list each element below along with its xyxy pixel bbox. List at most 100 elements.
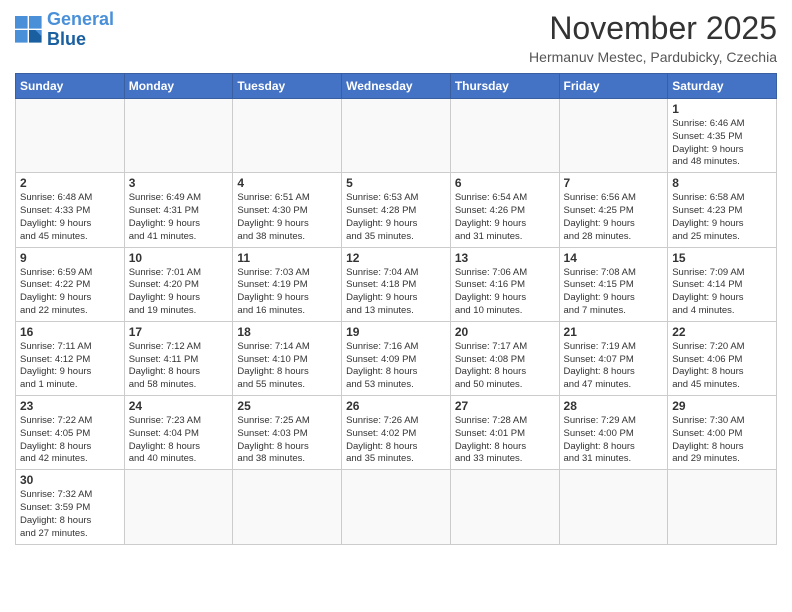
day-info: Sunrise: 7:04 AM Sunset: 4:18 PM Dayligh…	[346, 267, 446, 318]
day-number: 26	[346, 399, 446, 413]
day-cell: 26 Sunrise: 7:26 AM Sunset: 4:02 PM Dayli…	[342, 396, 451, 470]
day-number: 29	[672, 399, 772, 413]
month-title: November 2025	[529, 10, 777, 47]
day-number: 3	[129, 176, 229, 190]
day-cell: 5 Sunrise: 6:53 AM Sunset: 4:28 PM Daylig…	[342, 173, 451, 247]
day-cell	[450, 99, 559, 173]
day-info: Sunrise: 7:11 AM Sunset: 4:12 PM Dayligh…	[20, 341, 120, 392]
day-number: 30	[20, 473, 120, 487]
day-info: Sunrise: 7:03 AM Sunset: 4:19 PM Dayligh…	[237, 267, 337, 318]
day-number: 16	[20, 325, 120, 339]
day-number: 8	[672, 176, 772, 190]
day-cell: 10 Sunrise: 7:01 AM Sunset: 4:20 PM Dayli…	[124, 247, 233, 321]
day-info: Sunrise: 7:25 AM Sunset: 4:03 PM Dayligh…	[237, 415, 337, 466]
day-cell: 12 Sunrise: 7:04 AM Sunset: 4:18 PM Dayli…	[342, 247, 451, 321]
day-number: 28	[564, 399, 664, 413]
day-number: 7	[564, 176, 664, 190]
day-number: 9	[20, 251, 120, 265]
day-info: Sunrise: 7:17 AM Sunset: 4:08 PM Dayligh…	[455, 341, 555, 392]
day-cell: 8 Sunrise: 6:58 AM Sunset: 4:23 PM Daylig…	[668, 173, 777, 247]
day-cell	[342, 99, 451, 173]
day-cell: 6 Sunrise: 6:54 AM Sunset: 4:26 PM Daylig…	[450, 173, 559, 247]
day-number: 24	[129, 399, 229, 413]
day-cell: 11Sunrise: 7:03 AM Sunset: 4:19 PM Dayli…	[233, 247, 342, 321]
day-info: Sunrise: 6:48 AM Sunset: 4:33 PM Dayligh…	[20, 192, 120, 243]
day-cell: 29Sunrise: 7:30 AM Sunset: 4:00 PM Dayli…	[668, 396, 777, 470]
day-cell: 19 Sunrise: 7:16 AM Sunset: 4:09 PM Dayli…	[342, 321, 451, 395]
day-info: Sunrise: 7:28 AM Sunset: 4:01 PM Dayligh…	[455, 415, 555, 466]
day-number: 6	[455, 176, 555, 190]
day-cell: 30 Sunrise: 7:32 AM Sunset: 3:59 PM Dayli…	[16, 470, 125, 544]
day-cell: 23 Sunrise: 7:22 AM Sunset: 4:05 PM Dayli…	[16, 396, 125, 470]
week-row-0: 1Sunrise: 6:46 AM Sunset: 4:35 PM Daylig…	[16, 99, 777, 173]
week-row-1: 2 Sunrise: 6:48 AM Sunset: 4:33 PM Daylig…	[16, 173, 777, 247]
day-cell	[124, 470, 233, 544]
day-cell: 2 Sunrise: 6:48 AM Sunset: 4:33 PM Daylig…	[16, 173, 125, 247]
day-cell: 7 Sunrise: 6:56 AM Sunset: 4:25 PM Daylig…	[559, 173, 668, 247]
day-info: Sunrise: 6:56 AM Sunset: 4:25 PM Dayligh…	[564, 192, 664, 243]
day-number: 13	[455, 251, 555, 265]
day-cell: 13Sunrise: 7:06 AM Sunset: 4:16 PM Dayli…	[450, 247, 559, 321]
day-info: Sunrise: 7:14 AM Sunset: 4:10 PM Dayligh…	[237, 341, 337, 392]
day-cell	[124, 99, 233, 173]
day-number: 12	[346, 251, 446, 265]
col-monday: Monday	[124, 74, 233, 99]
day-number: 20	[455, 325, 555, 339]
day-info: Sunrise: 6:53 AM Sunset: 4:28 PM Dayligh…	[346, 192, 446, 243]
day-info: Sunrise: 7:16 AM Sunset: 4:09 PM Dayligh…	[346, 341, 446, 392]
logo-icon	[15, 16, 43, 44]
day-info: Sunrise: 7:01 AM Sunset: 4:20 PM Dayligh…	[129, 267, 229, 318]
day-cell	[668, 470, 777, 544]
day-number: 10	[129, 251, 229, 265]
day-cell: 1Sunrise: 6:46 AM Sunset: 4:35 PM Daylig…	[668, 99, 777, 173]
day-cell: 16 Sunrise: 7:11 AM Sunset: 4:12 PM Dayli…	[16, 321, 125, 395]
day-number: 17	[129, 325, 229, 339]
col-saturday: Saturday	[668, 74, 777, 99]
day-cell: 24 Sunrise: 7:23 AM Sunset: 4:04 PM Dayli…	[124, 396, 233, 470]
day-number: 19	[346, 325, 446, 339]
day-cell	[233, 99, 342, 173]
day-info: Sunrise: 7:12 AM Sunset: 4:11 PM Dayligh…	[129, 341, 229, 392]
day-cell	[559, 99, 668, 173]
day-info: Sunrise: 6:58 AM Sunset: 4:23 PM Dayligh…	[672, 192, 772, 243]
day-info: Sunrise: 6:49 AM Sunset: 4:31 PM Dayligh…	[129, 192, 229, 243]
day-cell	[559, 470, 668, 544]
day-number: 15	[672, 251, 772, 265]
logo-text: General Blue	[47, 10, 114, 50]
day-info: Sunrise: 6:46 AM Sunset: 4:35 PM Dayligh…	[672, 118, 772, 169]
day-info: Sunrise: 7:08 AM Sunset: 4:15 PM Dayligh…	[564, 267, 664, 318]
day-cell	[342, 470, 451, 544]
day-number: 22	[672, 325, 772, 339]
day-cell: 14 Sunrise: 7:08 AM Sunset: 4:15 PM Dayli…	[559, 247, 668, 321]
day-number: 2	[20, 176, 120, 190]
calendar-table: Sunday Monday Tuesday Wednesday Thursday…	[15, 73, 777, 545]
col-wednesday: Wednesday	[342, 74, 451, 99]
day-number: 23	[20, 399, 120, 413]
day-info: Sunrise: 7:26 AM Sunset: 4:02 PM Dayligh…	[346, 415, 446, 466]
day-cell: 20 Sunrise: 7:17 AM Sunset: 4:08 PM Dayli…	[450, 321, 559, 395]
col-thursday: Thursday	[450, 74, 559, 99]
col-tuesday: Tuesday	[233, 74, 342, 99]
header-row: Sunday Monday Tuesday Wednesday Thursday…	[16, 74, 777, 99]
day-cell: 27 Sunrise: 7:28 AM Sunset: 4:01 PM Dayli…	[450, 396, 559, 470]
day-info: Sunrise: 6:59 AM Sunset: 4:22 PM Dayligh…	[20, 267, 120, 318]
header: General Blue November 2025 Hermanuv Mest…	[15, 10, 777, 65]
day-cell	[450, 470, 559, 544]
day-info: Sunrise: 7:22 AM Sunset: 4:05 PM Dayligh…	[20, 415, 120, 466]
day-number: 27	[455, 399, 555, 413]
location: Hermanuv Mestec, Pardubicky, Czechia	[529, 49, 777, 65]
day-cell: 22 Sunrise: 7:20 AM Sunset: 4:06 PM Dayli…	[668, 321, 777, 395]
week-row-2: 9 Sunrise: 6:59 AM Sunset: 4:22 PM Daylig…	[16, 247, 777, 321]
title-block: November 2025 Hermanuv Mestec, Pardubick…	[529, 10, 777, 65]
day-info: Sunrise: 7:23 AM Sunset: 4:04 PM Dayligh…	[129, 415, 229, 466]
day-number: 18	[237, 325, 337, 339]
day-number: 14	[564, 251, 664, 265]
day-number: 25	[237, 399, 337, 413]
day-info: Sunrise: 7:20 AM Sunset: 4:06 PM Dayligh…	[672, 341, 772, 392]
day-info: Sunrise: 6:54 AM Sunset: 4:26 PM Dayligh…	[455, 192, 555, 243]
day-number: 5	[346, 176, 446, 190]
day-info: Sunrise: 7:32 AM Sunset: 3:59 PM Dayligh…	[20, 489, 120, 540]
day-cell: 4Sunrise: 6:51 AM Sunset: 4:30 PM Daylig…	[233, 173, 342, 247]
day-cell: 21Sunrise: 7:19 AM Sunset: 4:07 PM Dayli…	[559, 321, 668, 395]
day-cell: 18 Sunrise: 7:14 AM Sunset: 4:10 PM Dayli…	[233, 321, 342, 395]
